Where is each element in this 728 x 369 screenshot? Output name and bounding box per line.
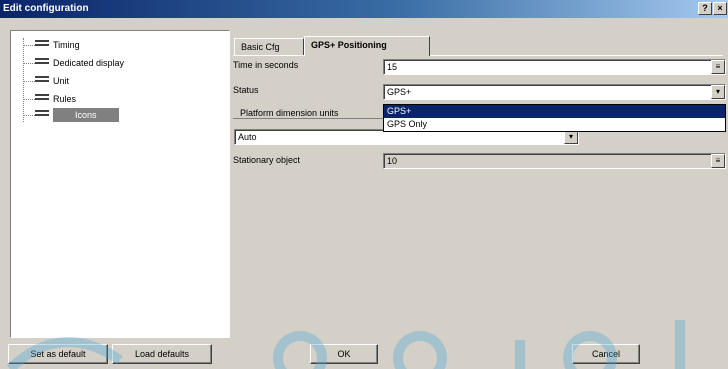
- load-defaults-button[interactable]: Load defaults: [112, 344, 212, 364]
- status-dropdown-list[interactable]: GPS+ GPS Only: [383, 104, 726, 132]
- tab-label: Basic Cfg: [241, 42, 280, 52]
- tab-basic-cfg[interactable]: Basic Cfg: [234, 38, 304, 56]
- status-select[interactable]: GPS+ ▾: [383, 84, 726, 100]
- time-input[interactable]: 15 ≡: [383, 59, 726, 75]
- list-icon: [35, 94, 49, 104]
- group-divider: [233, 118, 383, 119]
- list-icon: [35, 58, 49, 68]
- tree-item-label: Icons: [53, 108, 119, 122]
- dropdown-option-gps-plus[interactable]: GPS+: [384, 105, 725, 118]
- category-tree[interactable]: Timing Dedicated display Unit Rules Icon…: [10, 30, 230, 338]
- set-default-button[interactable]: Set as default: [8, 344, 108, 364]
- tab-label: GPS+ Positioning: [311, 40, 387, 50]
- status-label: Status: [233, 85, 259, 95]
- tab-gps-positioning[interactable]: GPS+ Positioning: [304, 36, 430, 56]
- list-icon: [35, 110, 49, 120]
- tree-item-label: Timing: [53, 40, 80, 50]
- dropdown-option-gps-only[interactable]: GPS Only: [384, 118, 725, 131]
- tree-item-label: Rules: [53, 94, 77, 104]
- cancel-button[interactable]: Cancel: [572, 344, 640, 364]
- chevron-down-icon[interactable]: ▾: [711, 85, 725, 99]
- time-label: Time in seconds: [233, 60, 299, 70]
- tree-item-label: Unit: [53, 76, 70, 86]
- close-icon[interactable]: ×: [713, 2, 727, 15]
- stationary-input[interactable]: 10 ≡: [383, 153, 726, 169]
- config-window: Edit configuration ? × Timing Dedicated …: [0, 0, 728, 369]
- title-bar: Edit configuration ? ×: [0, 0, 728, 18]
- platform-units-label: Platform dimension units: [240, 108, 339, 118]
- chevron-down-icon[interactable]: ▾: [564, 130, 578, 144]
- window-title: Edit configuration: [3, 3, 89, 14]
- list-icon: [35, 76, 49, 86]
- stationary-label: Stationary object: [233, 155, 301, 165]
- ok-button[interactable]: OK: [310, 344, 378, 364]
- list-icon: [35, 40, 49, 50]
- spin-icon[interactable]: ≡: [711, 154, 725, 168]
- spin-icon[interactable]: ≡: [711, 60, 725, 74]
- tree-connector: [23, 38, 24, 122]
- tree-item-label: Dedicated display: [53, 58, 125, 68]
- help-icon[interactable]: ?: [698, 2, 712, 15]
